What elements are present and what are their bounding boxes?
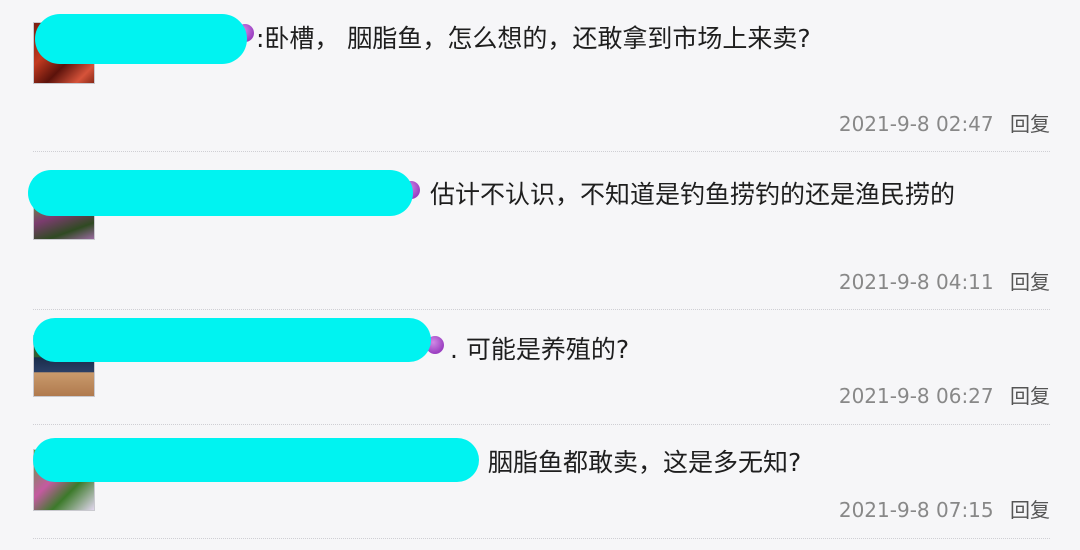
divider xyxy=(33,538,1050,539)
redacted-username xyxy=(33,438,479,482)
reply-button[interactable]: 回复 xyxy=(1010,498,1050,522)
comment-text: 胭脂鱼都敢卖，这是多无知? xyxy=(488,448,802,477)
comment-timestamp: 2021-9-8 07:15 xyxy=(838,498,994,522)
comment-meta: 2021-9-8 07:15 回复 xyxy=(839,494,1050,523)
comment-item: 胭脂鱼都敢卖，这是多无知? 2021-9-8 07:15 回复 xyxy=(0,0,1080,550)
comment-page: { "comments": [ { "text": ":卧槽， 胭脂鱼，怎么想的… xyxy=(0,0,1080,550)
